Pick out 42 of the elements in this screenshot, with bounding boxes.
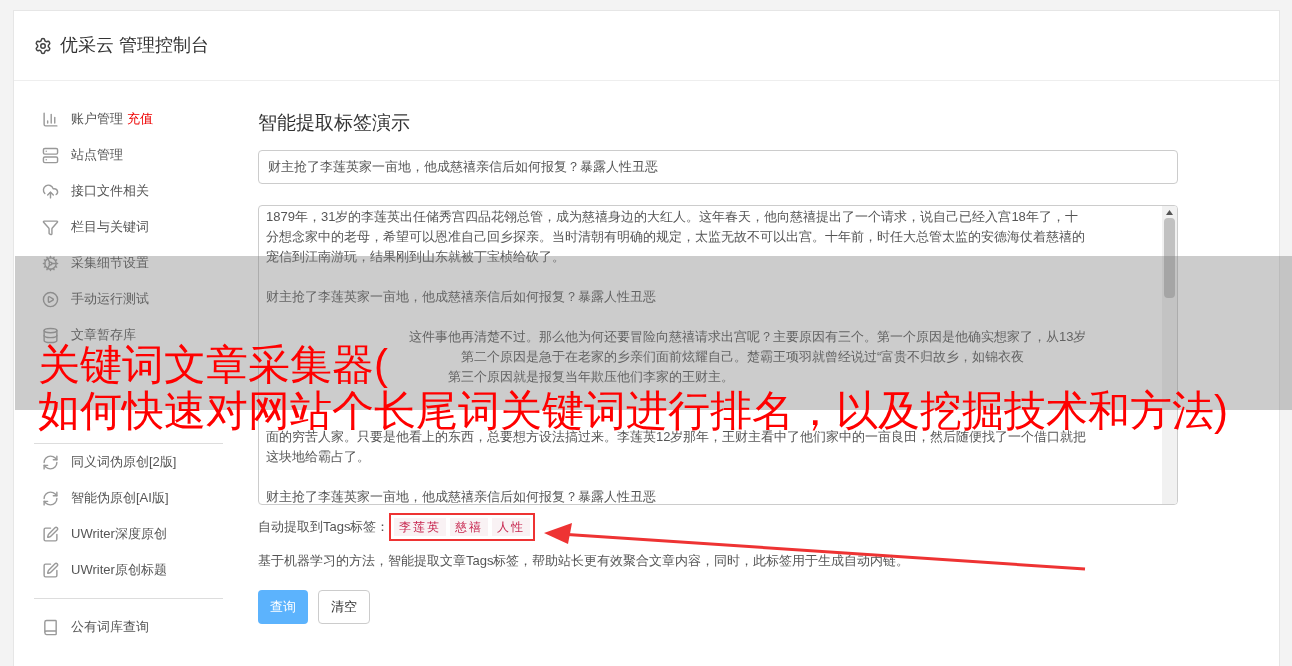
sidebar-item[interactable]: 栏目与关键词 <box>34 209 157 245</box>
refresh-icon <box>42 489 59 507</box>
sidebar-item[interactable]: 公有词库查询 <box>34 609 157 645</box>
sidebar-item[interactable]: 接口文件相关 <box>34 173 157 209</box>
sidebar-item[interactable]: UWriter深度原创 <box>34 516 175 552</box>
content-line: 分想念家中的老母，希望可以恩准自己回乡探亲。当时清朝有明确的规定，太监无故不可以出宫。十年前，时任大总管太监的安德海仗着慈禧的 <box>266 228 1085 244</box>
sidebar-item[interactable]: 智能伪原创[AI版] <box>34 480 177 516</box>
sidebar-item[interactable]: 站点管理 <box>34 137 131 173</box>
refresh-icon <box>42 453 59 471</box>
settings-icon <box>34 36 52 55</box>
bar-chart-icon <box>42 110 59 128</box>
content-line: 财主抢了李莲英家一亩地，他成慈禧亲信后如何报复？暴露人性丑恶 <box>266 488 656 504</box>
server-icon <box>42 146 59 164</box>
content-line: 第二个原因是急于在老家的乡亲们面前炫耀自己。楚霸王项羽就曾经说过“富贵不归故乡，如锦衣夜 <box>461 348 1025 364</box>
cloud-upload-icon <box>42 182 59 200</box>
scroll-up-icon[interactable] <box>1166 209 1173 215</box>
tag: 李莲英 <box>394 517 447 536</box>
window-title: 优采云 管理控制台 <box>60 34 209 57</box>
play-icon <box>42 290 59 308</box>
gear-icon <box>42 254 59 272</box>
tags-label: 自动提取到Tags标签： <box>258 517 390 536</box>
sidebar-item[interactable]: 采集细节设置 <box>34 245 157 281</box>
overlay-title: 关键词文章采集器( <box>38 342 388 388</box>
tag: 慈禧 <box>450 517 489 536</box>
sidebar-item[interactable]: 手动运行测试 <box>34 281 157 317</box>
edit-icon <box>42 561 59 579</box>
filter-icon <box>42 218 59 236</box>
scrollbar-thumb[interactable] <box>1164 217 1175 298</box>
title-field[interactable]: 财主抢了李莲英家一亩地，他成慈禧亲信后如何报复？暴露人性丑恶 <box>258 149 1178 184</box>
book-icon <box>42 618 59 636</box>
sidebar-item[interactable]: 账户管理 充值 <box>34 101 161 137</box>
content-line: 这块地给霸占了。 <box>266 448 370 464</box>
tag: 人性 <box>492 517 531 536</box>
content-line: 宠信到江南游玩，结果刚到山东就被丁宝桢给砍了。 <box>266 248 565 264</box>
section-heading: 智能提取标签演示 <box>258 111 411 135</box>
content-line: 第三个原因就是报复当年欺压他们李家的王财主。 <box>448 368 734 384</box>
sidebar-item[interactable]: 同义词伪原创[2版] <box>34 444 185 480</box>
content-line: 1879年，31岁的李莲英出任储秀宫四品花翎总管，成为慈禧身边的大红人。这年春天，他向慈禧提出了一个请求，说自己已经入宫18年了，十 <box>266 208 1078 224</box>
clear-button[interactable]: 清空 <box>318 590 370 624</box>
sidebar-item[interactable]: UWriter原创标题 <box>34 552 175 588</box>
edit-icon <box>42 525 59 543</box>
database-icon <box>42 326 59 344</box>
